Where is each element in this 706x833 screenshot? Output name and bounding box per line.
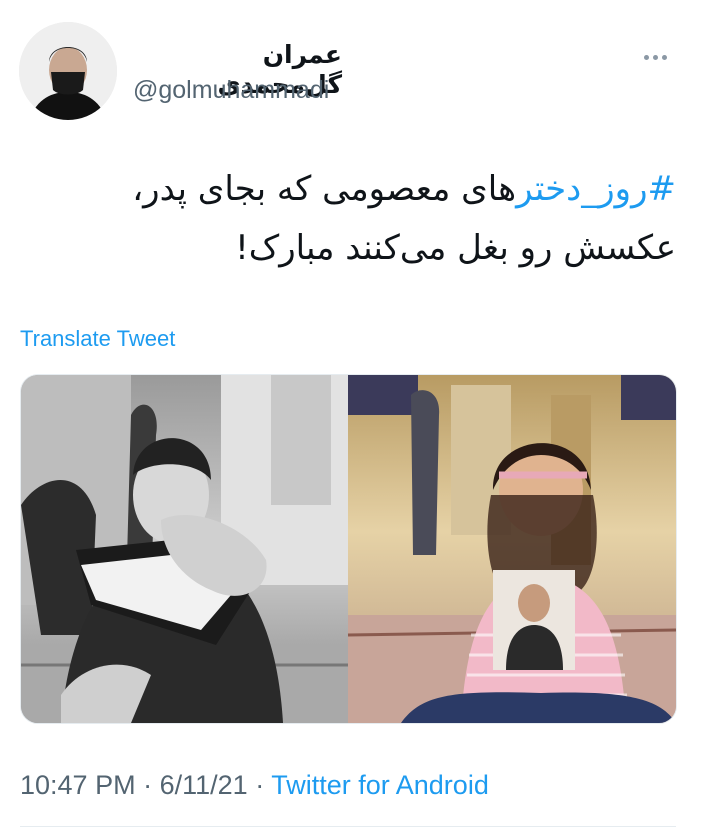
ellipsis-icon <box>662 55 667 60</box>
tweet-photo <box>21 375 676 723</box>
tweet-text: #روز_دخترهای معصومی که بجای پدر، عکسش رو… <box>40 160 676 278</box>
translate-tweet-link[interactable]: Translate Tweet <box>20 326 175 352</box>
masked-man-avatar-icon <box>19 22 117 120</box>
tweet-time[interactable]: 10:47 PM <box>20 770 136 800</box>
author-avatar[interactable] <box>19 22 117 120</box>
tweet-line-1: #روز_دخترهای معصومی که بجای پدر، <box>40 160 676 219</box>
tweet-date[interactable]: 6/11/21 <box>160 770 248 800</box>
tweet-meta: 10:47 PM · 6/11/21 · Twitter for Android <box>20 770 489 801</box>
more-options-button[interactable] <box>644 47 672 60</box>
bw-photo-father-reading-holding-baby-icon <box>21 375 348 723</box>
ellipsis-icon <box>644 55 649 60</box>
meta-separator: · <box>143 770 153 800</box>
author-handle[interactable]: @golmuhammadi <box>133 76 329 105</box>
meta-separator: · <box>255 770 265 800</box>
hashtag-link[interactable]: #روز_دختر <box>516 169 676 209</box>
tweet-source-link[interactable]: Twitter for Android <box>271 770 489 800</box>
color-photo-girl-holding-father-photo-icon <box>347 375 676 723</box>
divider <box>20 826 676 827</box>
ellipsis-icon <box>653 55 658 60</box>
tweet-line-2: عکسش رو بغل می‌کنند مبارک! <box>235 228 676 268</box>
tweet-media[interactable] <box>20 374 677 724</box>
tweet-line-1-text: های معصومی که بجای پدر، <box>132 169 517 209</box>
